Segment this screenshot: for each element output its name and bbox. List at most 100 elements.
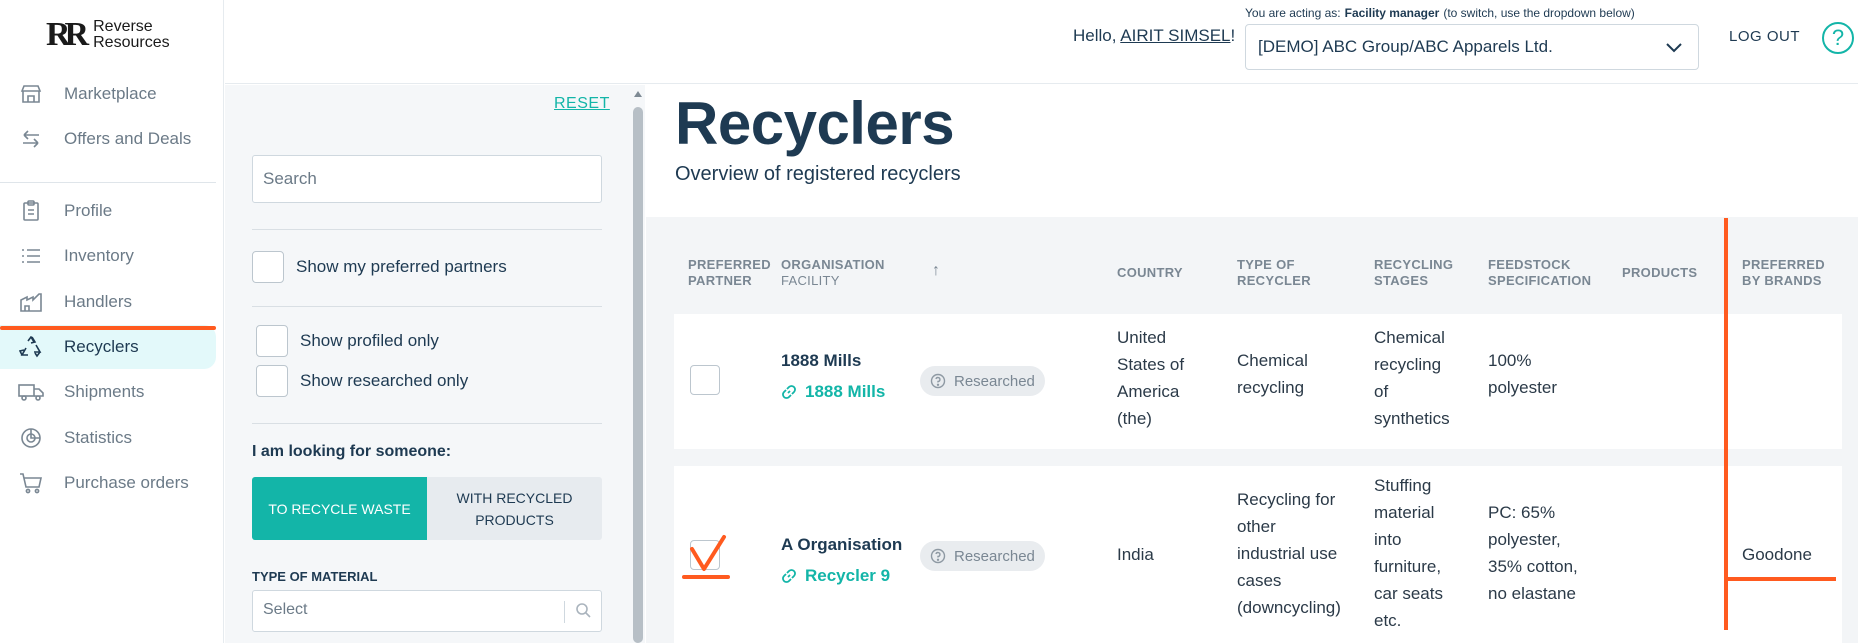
preferred-partners-checkbox[interactable]: Show my preferred partners <box>252 251 507 283</box>
col-header-feedstock[interactable]: FEEDSTOCK SPECIFICATION <box>1488 257 1591 289</box>
recycle-icon <box>18 336 44 358</box>
col-header-preferred-by-brands[interactable]: PREFERRED BY BRANDS <box>1742 257 1825 289</box>
acting-hint: (to switch, use the dropdown below) <box>1443 6 1635 20</box>
annotation-checkmark <box>682 535 730 579</box>
recycling-stages-cell: Chemical recycling of synthetics <box>1374 324 1450 432</box>
country-cell: United States of America (the) <box>1117 324 1184 432</box>
checkbox-label: Show my preferred partners <box>296 257 507 276</box>
cell-line: (downcycling) <box>1237 598 1341 617</box>
cell-line: into <box>1374 530 1402 549</box>
scroll-thumb[interactable] <box>633 107 643 643</box>
checkbox-box[interactable] <box>252 251 284 283</box>
logo-line-2: Resources <box>93 34 170 51</box>
logout-button[interactable]: LOG OUT <box>1729 28 1800 45</box>
cell-line: no elastane <box>1488 584 1576 603</box>
reset-filters-link[interactable]: RESET <box>554 95 610 113</box>
nav-label: Profile <box>64 201 113 220</box>
help-circle-icon <box>930 373 946 389</box>
scroll-up-arrow-icon[interactable] <box>634 91 642 97</box>
checkbox-box[interactable] <box>256 325 288 357</box>
nav-item-inventory[interactable]: Inventory <box>0 234 216 278</box>
user-name-link[interactable]: AIRIT SIMSEL <box>1120 26 1230 45</box>
header-line: RECYCLER <box>1237 273 1311 288</box>
brand-logo[interactable]: RR Reverse Resources <box>46 18 196 52</box>
search-input[interactable] <box>252 155 602 203</box>
facility-link[interactable]: 1888 Mills <box>781 382 885 402</box>
preferred-partner-checkbox[interactable] <box>690 365 720 395</box>
cell-line: polyester, <box>1488 530 1561 549</box>
header-line: ORGANISATION <box>781 257 885 272</box>
researched-only-checkbox[interactable]: Show researched only <box>256 365 468 397</box>
organisation-selected: [DEMO] ABC Group/ABC Apparels Ltd. <box>1258 37 1553 56</box>
store-icon <box>18 83 44 105</box>
cell-line: 100% <box>1488 351 1532 370</box>
looking-for-toggle: TO RECYCLE WASTE WITH RECYCLED PRODUCTS <box>252 477 602 540</box>
organisation-name: A Organisation <box>781 535 903 554</box>
col-header-products[interactable]: PRODUCTS <box>1622 265 1697 281</box>
acting-role: Facility manager <box>1344 6 1440 20</box>
cell-line: other <box>1237 517 1276 536</box>
greeting-prefix: Hello, <box>1073 26 1117 45</box>
nav-label: Inventory <box>64 246 134 265</box>
with-recycled-products-button[interactable]: WITH RECYCLED PRODUCTS <box>427 477 602 540</box>
checkbox-box[interactable] <box>256 365 288 397</box>
help-icon[interactable]: ? <box>1822 22 1854 54</box>
facility-name: Recycler 9 <box>805 566 891 585</box>
table-row[interactable]: A Organisation Recycler 9 Researched Ind… <box>674 466 1842 643</box>
cell-line: 35% cotton, <box>1488 557 1578 576</box>
cell-line: Chemical <box>1237 351 1308 370</box>
cell-line: cases <box>1237 571 1282 590</box>
nav-label: Purchase orders <box>64 473 189 492</box>
search-icon <box>575 602 591 623</box>
select-separator <box>564 601 565 623</box>
pie-chart-icon <box>18 427 44 449</box>
col-header-preferred-partner[interactable]: PREFERRED PARTNER <box>688 257 771 289</box>
annotation-horizontal-line <box>1728 577 1836 581</box>
cell-line: industrial use <box>1237 544 1338 563</box>
main-content: Recyclers Overview of registered recycle… <box>646 85 1858 643</box>
facility-name: 1888 Mills <box>805 382 886 401</box>
material-placeholder: Select <box>263 601 308 618</box>
table-row[interactable]: 1888 Mills 1888 Mills Researched United … <box>674 314 1842 449</box>
cell-line: polyester <box>1488 378 1557 397</box>
cell-line: Chemical <box>1374 328 1445 347</box>
header-line: TYPE OF <box>1237 257 1295 272</box>
nav-label: Handlers <box>64 292 133 311</box>
col-header-type-of-recycler[interactable]: TYPE OF RECYCLER <box>1237 257 1311 289</box>
nav-item-handlers[interactable]: Handlers <box>0 280 216 324</box>
facility-link[interactable]: Recycler 9 <box>781 566 890 586</box>
cell-line: material <box>1374 503 1435 522</box>
filter-scrollbar[interactable] <box>631 85 645 643</box>
nav-label: Shipments <box>64 382 145 401</box>
chevron-down-icon <box>1664 37 1684 62</box>
to-recycle-waste-button[interactable]: TO RECYCLE WASTE <box>252 477 427 540</box>
header-line: RECYCLING <box>1374 257 1454 272</box>
col-header-country[interactable]: COUNTRY <box>1117 265 1183 281</box>
filter-panel: RESET Show my preferred partners Show pr… <box>225 85 645 643</box>
nav-item-recyclers[interactable]: Recyclers <box>0 325 216 369</box>
profiled-only-checkbox[interactable]: Show profiled only <box>256 325 439 357</box>
arrows-swap-icon <box>18 128 44 150</box>
col-header-recycling-stages[interactable]: RECYCLING STAGES <box>1374 257 1453 289</box>
header-line: PREFERRED <box>1742 257 1825 272</box>
nav-item-purchase-orders[interactable]: Purchase orders <box>0 461 216 505</box>
cell-line: of <box>1374 382 1389 401</box>
header-line: STAGES <box>1374 273 1429 288</box>
nav-item-statistics[interactable]: Statistics <box>0 416 216 460</box>
organisation-name: 1888 Mills <box>781 351 862 370</box>
nav-item-marketplace[interactable]: Marketplace <box>0 72 216 116</box>
greeting: Hello, AIRIT SIMSEL! <box>1073 26 1235 46</box>
logo-line-1: Reverse <box>93 18 153 35</box>
sort-ascending-icon[interactable]: ↑ <box>932 263 940 279</box>
nav-label: Statistics <box>64 428 133 447</box>
nav-item-profile[interactable]: Profile <box>0 189 216 233</box>
nav-item-offers-and-deals[interactable]: Offers and Deals <box>0 117 216 161</box>
organisation-dropdown[interactable]: [DEMO] ABC Group/ABC Apparels Ltd. <box>1245 24 1699 70</box>
type-of-recycler-cell: Chemical recycling <box>1237 347 1308 401</box>
cart-icon <box>18 472 44 494</box>
col-header-organisation[interactable]: ORGANISATION FACILITY <box>781 257 885 289</box>
annotation-vertical-line <box>1724 218 1728 630</box>
badge-label: Researched <box>954 547 1035 565</box>
nav-item-shipments[interactable]: Shipments <box>0 370 216 414</box>
material-type-select[interactable]: Select <box>252 590 602 632</box>
